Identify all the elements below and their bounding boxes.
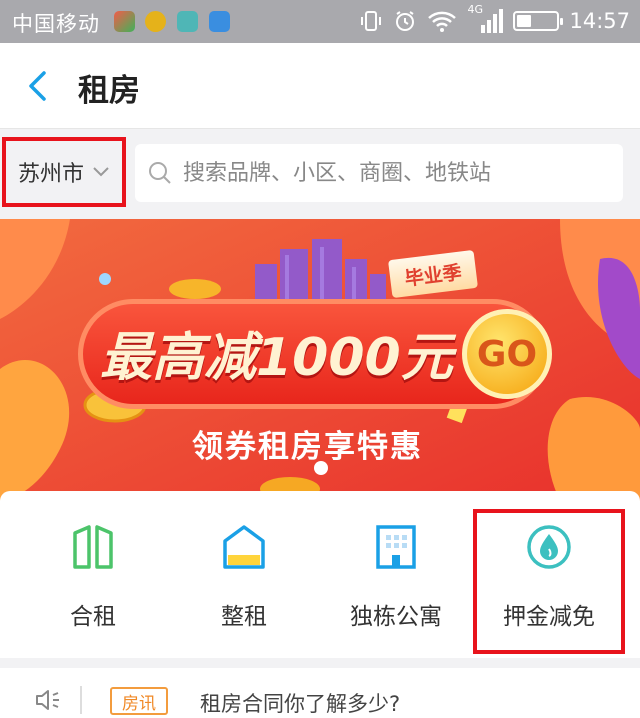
page-title: 租房: [78, 73, 140, 109]
news-bar[interactable]: 房讯 租房合同你了解多少?: [0, 668, 640, 718]
chevron-down-icon: [93, 167, 109, 177]
search-input[interactable]: [183, 160, 603, 186]
clock: 14:57: [569, 9, 630, 33]
divider: [80, 686, 82, 714]
header: 租房: [0, 43, 640, 129]
promo-banner[interactable]: 最高减1000元 GO 毕业季 领券租房享特惠: [0, 219, 640, 501]
quick-menu: 合租 整租 独栋公寓 押金减免: [0, 491, 640, 658]
app-notification-icon: [177, 11, 198, 32]
vibrate-icon: [361, 11, 382, 31]
menu-item-label: 独栋公寓: [350, 604, 442, 630]
menu-item-deposit-waiver[interactable]: 押金减免: [473, 509, 625, 654]
go-button[interactable]: GO: [462, 309, 552, 399]
app-notification-icon: [114, 11, 135, 32]
city-label: 苏州市: [18, 162, 85, 187]
app-notification-icon: [209, 11, 230, 32]
status-indicators: 4G 14:57: [359, 3, 630, 36]
carousel-indicator[interactable]: [314, 461, 328, 475]
menu-item-label: 整租: [221, 604, 267, 630]
signal-icon: 4G: [467, 3, 504, 35]
speaker-icon: [36, 690, 59, 710]
search-icon: [149, 162, 171, 184]
deposit-waiver-icon: [527, 525, 571, 569]
apartment-building-icon: [376, 525, 416, 569]
search-row: 苏州市: [0, 129, 640, 219]
news-headline[interactable]: 租房合同你了解多少?: [200, 688, 400, 718]
wifi-icon: [428, 11, 457, 32]
back-arrow-icon[interactable]: [22, 69, 56, 103]
battery-icon: [513, 11, 564, 31]
search-box[interactable]: [135, 144, 623, 202]
app-notification-icon: [145, 11, 166, 32]
banner-headline: 最高减1000元: [100, 328, 453, 388]
menu-item-shared-rent[interactable]: 合租: [13, 491, 173, 658]
status-bar: 中国移动 4G 14:57: [0, 0, 640, 43]
screen: 中国移动 4G 14:57 租房 苏州市 搜索品牌、小区、商圈、地铁站 最高减1…: [0, 0, 640, 718]
shared-rent-icon: [73, 525, 113, 569]
banner-subtitle: 领券租房享特惠: [192, 429, 423, 465]
whole-rent-icon: [223, 525, 265, 569]
menu-item-label: 合租: [70, 604, 116, 630]
news-badge: 房讯: [110, 687, 168, 715]
menu-item-label: 押金减免: [503, 604, 595, 630]
menu-item-apartment[interactable]: 独栋公寓: [316, 491, 476, 658]
carrier-label: 中国移动: [12, 12, 100, 36]
menu-item-whole-rent[interactable]: 整租: [164, 491, 324, 658]
alarm-icon: [396, 11, 415, 31]
city-selector[interactable]: 苏州市: [2, 137, 126, 207]
